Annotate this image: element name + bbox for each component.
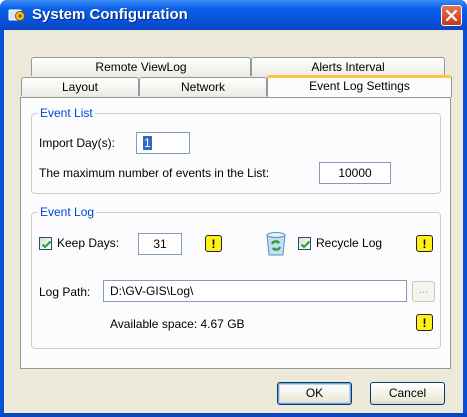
tab-event-log-settings[interactable]: Event Log Settings: [267, 75, 452, 97]
event-log-group: Event Log Keep Days: 31 ! Recycle Log ! …: [31, 205, 441, 349]
available-space-text: Available space: 4.67 GB: [110, 317, 245, 331]
warning-icon[interactable]: !: [205, 235, 222, 252]
tab-layout[interactable]: Layout: [21, 77, 139, 96]
browse-button[interactable]: ...: [412, 281, 435, 302]
import-days-value: 1: [143, 136, 152, 150]
tab-label: Alerts Interval: [311, 60, 385, 74]
warning-icon[interactable]: !: [416, 314, 433, 331]
event-list-group: Event List Import Day(s): 1 The maximum …: [31, 106, 441, 194]
import-days-label: Import Day(s):: [39, 136, 116, 150]
tab-label: Network: [180, 80, 225, 94]
event-log-legend: Event Log: [38, 205, 97, 219]
title-bar[interactable]: System Configuration: [0, 0, 467, 30]
tab-label: Event Log Settings: [309, 79, 410, 93]
warning-icon[interactable]: !: [416, 235, 433, 252]
warning-glyph: !: [422, 236, 427, 251]
tab-remote-viewlog[interactable]: Remote ViewLog: [31, 57, 251, 76]
window-bottom-border: [0, 413, 467, 417]
log-path-label: Log Path:: [39, 285, 91, 299]
dialog-window: System Configuration Remote ViewLog Aler…: [0, 0, 467, 417]
close-button[interactable]: [441, 5, 462, 26]
import-days-input[interactable]: 1: [136, 132, 190, 154]
cancel-button[interactable]: Cancel: [370, 382, 445, 405]
recycle-log-label[interactable]: Recycle Log: [316, 236, 382, 250]
recycle-log-checkbox[interactable]: [298, 237, 311, 250]
checkmark-icon: [300, 240, 311, 249]
max-events-input[interactable]: 10000: [319, 162, 391, 184]
gear-system-icon: [8, 7, 26, 23]
log-path-input[interactable]: D:\GV-GIS\Log\: [103, 280, 407, 302]
window-title: System Configuration: [32, 6, 188, 23]
keep-days-input[interactable]: 31: [138, 233, 182, 255]
ok-button[interactable]: OK: [277, 382, 352, 405]
tab-network[interactable]: Network: [139, 77, 267, 96]
tab-label: Remote ViewLog: [95, 60, 187, 74]
keep-days-checkbox[interactable]: [39, 237, 52, 250]
tab-alerts-interval[interactable]: Alerts Interval: [251, 57, 445, 76]
warning-glyph: !: [211, 236, 216, 251]
event-list-legend: Event List: [38, 106, 95, 120]
recycle-bin-icon: [261, 228, 291, 261]
checkmark-icon: [41, 240, 52, 249]
tab-panel-event-log-settings: Event List Import Day(s): 1 The maximum …: [20, 97, 451, 369]
max-events-label: The maximum number of events in the List…: [39, 166, 270, 180]
keep-days-label[interactable]: Keep Days:: [57, 236, 119, 250]
warning-glyph: !: [422, 315, 427, 330]
close-icon: [446, 10, 457, 21]
tab-label: Layout: [61, 80, 99, 94]
